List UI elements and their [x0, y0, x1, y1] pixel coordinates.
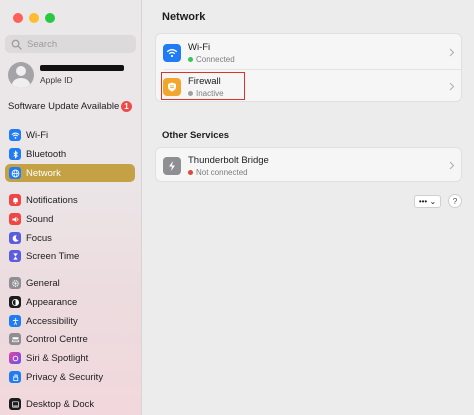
service-row-wifi[interactable]: Wi-Fi Connected	[156, 36, 463, 69]
bell-icon	[9, 194, 21, 206]
service-title: Thunderbolt Bridge	[188, 154, 269, 166]
sidebar-item-label: Network	[26, 167, 61, 179]
search-placeholder: Search	[27, 38, 58, 50]
chevron-right-icon	[449, 161, 455, 170]
avatar	[8, 62, 34, 88]
sidebar-item-appearance[interactable]: Appearance	[5, 293, 135, 311]
bluetooth-icon	[9, 148, 21, 160]
siri-icon	[9, 352, 21, 364]
gear-icon	[9, 277, 21, 289]
firewall-highlight-box	[161, 72, 245, 100]
sidebar-item-wifi[interactable]: Wi-Fi	[5, 126, 135, 144]
hourglass-icon	[9, 250, 21, 262]
zoom-button[interactable]	[45, 13, 55, 23]
apple-id-account[interactable]: Apple ID	[8, 62, 124, 88]
sidebar-item-label: Sound	[26, 213, 54, 225]
service-title: Wi-Fi	[188, 41, 211, 53]
more-actions-button[interactable]: ••• ⌄	[414, 195, 441, 208]
moon-icon	[9, 232, 21, 244]
control-centre-icon	[9, 333, 21, 345]
service-status: Not connected	[196, 167, 248, 177]
search-field[interactable]: Search	[5, 35, 136, 53]
close-button[interactable]	[13, 13, 23, 23]
sidebar-item-network[interactable]: Network	[5, 164, 135, 182]
sidebar-item-privacy-security[interactable]: Privacy & Security	[5, 368, 135, 386]
sidebar-item-screen-time[interactable]: Screen Time	[5, 247, 135, 265]
wifi-icon	[9, 129, 21, 141]
other-services-heading: Other Services	[162, 130, 230, 141]
thunderbolt-icon	[163, 156, 181, 175]
sidebar-item-label: Siri & Spotlight	[26, 352, 89, 364]
sidebar-item-accessibility[interactable]: Accessibility	[5, 312, 135, 330]
wifi-icon	[163, 43, 181, 62]
sidebar-item-label: Notifications	[26, 194, 78, 206]
service-row-firewall[interactable]: Firewall Inactive	[156, 70, 463, 103]
redacted-name	[40, 65, 124, 71]
window-controls	[13, 13, 55, 23]
software-update-label: Software Update Available	[8, 101, 120, 112]
globe-icon	[9, 167, 21, 179]
sidebar-item-label: Screen Time	[26, 250, 80, 262]
system-settings-window: Search Apple ID Software Update Availabl…	[0, 0, 474, 415]
speaker-icon	[9, 213, 21, 225]
sidebar-item-label: General	[26, 277, 60, 289]
software-update-item[interactable]: Software Update Available 1	[8, 101, 132, 112]
hand-icon	[9, 371, 21, 383]
sidebar-item-label: Privacy & Security	[26, 371, 104, 383]
sidebar-item-label: Accessibility	[26, 315, 78, 327]
service-status: Connected	[196, 54, 235, 64]
chevron-right-icon	[449, 48, 455, 57]
status-dot-connected	[188, 56, 193, 62]
sidebar-item-label: Appearance	[26, 296, 78, 308]
sidebar-item-notifications[interactable]: Notifications	[5, 191, 135, 209]
sidebar-item-bluetooth[interactable]: Bluetooth	[5, 145, 135, 163]
service-row-thunderbolt-bridge[interactable]: Thunderbolt Bridge Not connected	[156, 149, 463, 182]
page-title: Network	[162, 11, 206, 23]
dock-icon	[9, 398, 21, 410]
sidebar-item-label: Wi-Fi	[26, 129, 49, 141]
sidebar-item-label: Desktop & Dock	[26, 398, 95, 410]
sidebar-item-general[interactable]: General	[5, 274, 135, 292]
sidebar-item-control-centre[interactable]: Control Centre	[5, 330, 135, 348]
status-dot-not-connected	[188, 169, 193, 175]
chevron-right-icon	[449, 82, 455, 91]
network-services-card: Wi-Fi Connected Firewall Inactive	[155, 33, 462, 102]
sidebar-item-desktop-dock[interactable]: Desktop & Dock	[5, 395, 135, 413]
minimize-button[interactable]	[29, 13, 39, 23]
sidebar: Search Apple ID Software Update Availabl…	[0, 0, 142, 415]
sidebar-item-siri-spotlight[interactable]: Siri & Spotlight	[5, 349, 135, 367]
search-icon	[11, 39, 22, 50]
sidebar-item-label: Focus	[26, 232, 52, 244]
sidebar-item-label: Control Centre	[26, 333, 88, 345]
sidebar-item-sound[interactable]: Sound	[5, 210, 135, 228]
other-services-card: Thunderbolt Bridge Not connected	[155, 147, 462, 182]
accessibility-icon	[9, 315, 21, 327]
main-panel: Network Wi-Fi Connected Firewall Inactiv…	[143, 0, 474, 415]
sidebar-item-focus[interactable]: Focus	[5, 229, 135, 247]
sidebar-item-label: Bluetooth	[26, 148, 67, 160]
appearance-icon	[9, 296, 21, 308]
help-button[interactable]: ?	[448, 194, 462, 208]
update-count-badge: 1	[121, 101, 132, 112]
apple-id-label: Apple ID	[40, 75, 73, 85]
